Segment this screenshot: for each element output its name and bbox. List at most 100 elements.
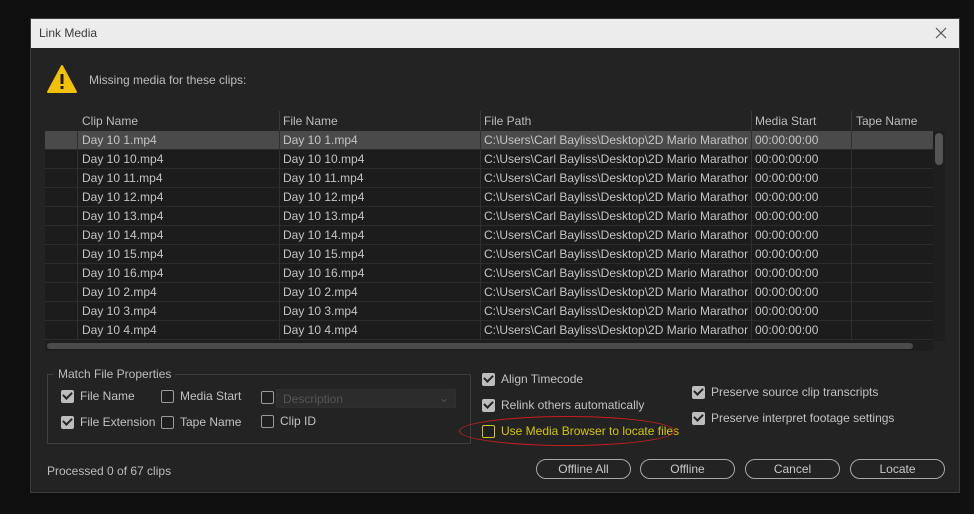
- column-divider: [751, 302, 752, 321]
- header-file-path[interactable]: File Path: [484, 114, 531, 128]
- header-tape-name[interactable]: Tape Name: [856, 114, 917, 128]
- file-extension-checkbox[interactable]: File Extension: [61, 415, 155, 429]
- cell-media-start: 00:00:00:00: [755, 171, 819, 185]
- cell-file-name: Day 10 10.mp4: [283, 152, 365, 166]
- tape-name-checkbox[interactable]: Tape Name: [161, 415, 241, 429]
- relink-others-checkbox[interactable]: Relink others automatically: [482, 398, 644, 412]
- chevron-down-icon: ⌄: [438, 391, 449, 405]
- cell-file-path: C:\Users\Carl Bayliss\Desktop\2D Mario M…: [484, 152, 748, 166]
- cell-media-start: 00:00:00:00: [755, 266, 819, 280]
- cell-clip-name: Day 10 12.mp4: [82, 190, 164, 204]
- checkbox-box[interactable]: [482, 398, 495, 412]
- column-divider: [851, 169, 852, 188]
- table-row[interactable]: Day 10 3.mp4 Day 10 3.mp4 C:\Users\Carl Ba…: [45, 302, 933, 321]
- column-divider: [77, 169, 78, 188]
- checkbox-box[interactable]: [161, 389, 174, 403]
- checkbox-box[interactable]: [261, 414, 274, 428]
- close-icon[interactable]: [931, 23, 951, 43]
- column-divider: [279, 302, 280, 321]
- cell-media-start: 00:00:00:00: [755, 304, 819, 318]
- offline-button[interactable]: Offline: [640, 459, 735, 479]
- cell-clip-name: Day 10 13.mp4: [82, 209, 164, 223]
- media-start-checkbox[interactable]: Media Start: [161, 389, 241, 403]
- checkbox-box[interactable]: [261, 391, 274, 404]
- column-divider: [851, 245, 852, 264]
- column-divider: [751, 150, 752, 169]
- table-row[interactable]: Day 10 15.mp4 Day 10 15.mp4 C:\Users\Carl …: [45, 245, 933, 264]
- description-dropdown[interactable]: Description ⌄: [276, 389, 456, 408]
- cell-file-name: Day 10 3.mp4: [283, 304, 358, 318]
- column-divider: [480, 321, 481, 340]
- column-divider: [279, 283, 280, 302]
- table-row[interactable]: Day 10 14.mp4 Day 10 14.mp4 C:\Users\Carl …: [45, 226, 933, 245]
- title-bar: Link Media: [31, 19, 959, 48]
- cell-file-name: Day 10 16.mp4: [283, 266, 365, 280]
- column-divider: [851, 264, 852, 283]
- highlight-ellipse: [459, 416, 675, 446]
- column-divider: [77, 264, 78, 283]
- checkbox-box[interactable]: [161, 415, 174, 429]
- horizontal-scroll-thumb[interactable]: [47, 343, 913, 349]
- column-divider: [480, 283, 481, 302]
- column-divider: [77, 245, 78, 264]
- table-row[interactable]: Day 10 2.mp4 Day 10 2.mp4 C:\Users\Carl Ba…: [45, 283, 933, 302]
- column-divider: [751, 226, 752, 245]
- cell-media-start: 00:00:00:00: [755, 247, 819, 261]
- header-file-name[interactable]: File Name: [283, 114, 338, 128]
- cell-clip-name: Day 10 10.mp4: [82, 152, 164, 166]
- cell-file-path: C:\Users\Carl Bayliss\Desktop\2D Mario M…: [484, 266, 748, 280]
- locate-button[interactable]: Locate: [850, 459, 945, 479]
- vertical-scrollbar[interactable]: [933, 131, 945, 341]
- column-divider: [480, 131, 481, 150]
- offline-all-button[interactable]: Offline All: [536, 459, 631, 479]
- cell-clip-name: Day 10 15.mp4: [82, 247, 164, 261]
- cell-clip-name: Day 10 2.mp4: [82, 285, 157, 299]
- checkbox-label: Preserve source clip transcripts: [711, 385, 879, 399]
- description-checkbox[interactable]: [261, 391, 274, 404]
- column-divider: [279, 207, 280, 226]
- column-divider: [279, 131, 280, 150]
- column-divider: [851, 131, 852, 150]
- checkbox-box[interactable]: [692, 411, 705, 425]
- column-divider: [851, 207, 852, 226]
- table-row[interactable]: Day 10 13.mp4 Day 10 13.mp4 C:\Users\Carl …: [45, 207, 933, 226]
- checkbox-box[interactable]: [61, 389, 74, 403]
- file-name-checkbox[interactable]: File Name: [61, 389, 135, 403]
- cancel-button[interactable]: Cancel: [745, 459, 840, 479]
- checkbox-box[interactable]: [61, 415, 74, 429]
- vertical-scroll-thumb[interactable]: [935, 133, 943, 165]
- column-divider: [751, 264, 752, 283]
- column-divider: [77, 283, 78, 302]
- column-divider: [77, 226, 78, 245]
- table-row[interactable]: Day 10 16.mp4 Day 10 16.mp4 C:\Users\Carl …: [45, 264, 933, 283]
- column-divider: [480, 207, 481, 226]
- table-row[interactable]: Day 10 11.mp4 Day 10 11.mp4 C:\Users\Carl …: [45, 169, 933, 188]
- column-divider: [480, 226, 481, 245]
- cell-file-name: Day 10 1.mp4: [283, 133, 358, 147]
- cell-clip-name: Day 10 11.mp4: [82, 171, 163, 185]
- table-row[interactable]: Day 10 1.mp4 Day 10 1.mp4 C:\Users\Carl Ba…: [45, 131, 933, 150]
- table-row[interactable]: Day 10 12.mp4 Day 10 12.mp4 C:\Users\Carl …: [45, 188, 933, 207]
- horizontal-scrollbar[interactable]: [45, 341, 933, 351]
- processed-status: Processed 0 of 67 clips: [47, 464, 172, 478]
- align-timecode-checkbox[interactable]: Align Timecode: [482, 372, 583, 386]
- header-clip-name[interactable]: Clip Name: [82, 114, 138, 128]
- checkbox-label: File Extension: [80, 415, 156, 429]
- header-media-start[interactable]: Media Start: [755, 114, 816, 128]
- preserve-interpret-checkbox[interactable]: Preserve interpret footage settings: [692, 411, 894, 425]
- table-row[interactable]: Day 10 10.mp4 Day 10 10.mp4 C:\Users\Carl …: [45, 150, 933, 169]
- table-row[interactable]: Day 10 4.mp4 Day 10 4.mp4 C:\Users\Carl Ba…: [45, 321, 933, 340]
- checkbox-box[interactable]: [482, 372, 495, 386]
- preserve-transcripts-checkbox[interactable]: Preserve source clip transcripts: [692, 385, 878, 399]
- header-divider: [851, 111, 852, 131]
- match-file-properties-legend: Match File Properties: [54, 367, 176, 381]
- column-divider: [77, 207, 78, 226]
- clip-id-checkbox[interactable]: Clip ID: [261, 414, 316, 428]
- cell-file-path: C:\Users\Carl Bayliss\Desktop\2D Mario M…: [484, 190, 748, 204]
- cell-file-path: C:\Users\Carl Bayliss\Desktop\2D Mario M…: [484, 247, 748, 261]
- checkbox-box[interactable]: [692, 385, 705, 399]
- header-divider: [751, 111, 752, 131]
- column-divider: [480, 188, 481, 207]
- clips-table: Clip Name File Name File Path Media Star…: [45, 111, 945, 351]
- column-divider: [851, 150, 852, 169]
